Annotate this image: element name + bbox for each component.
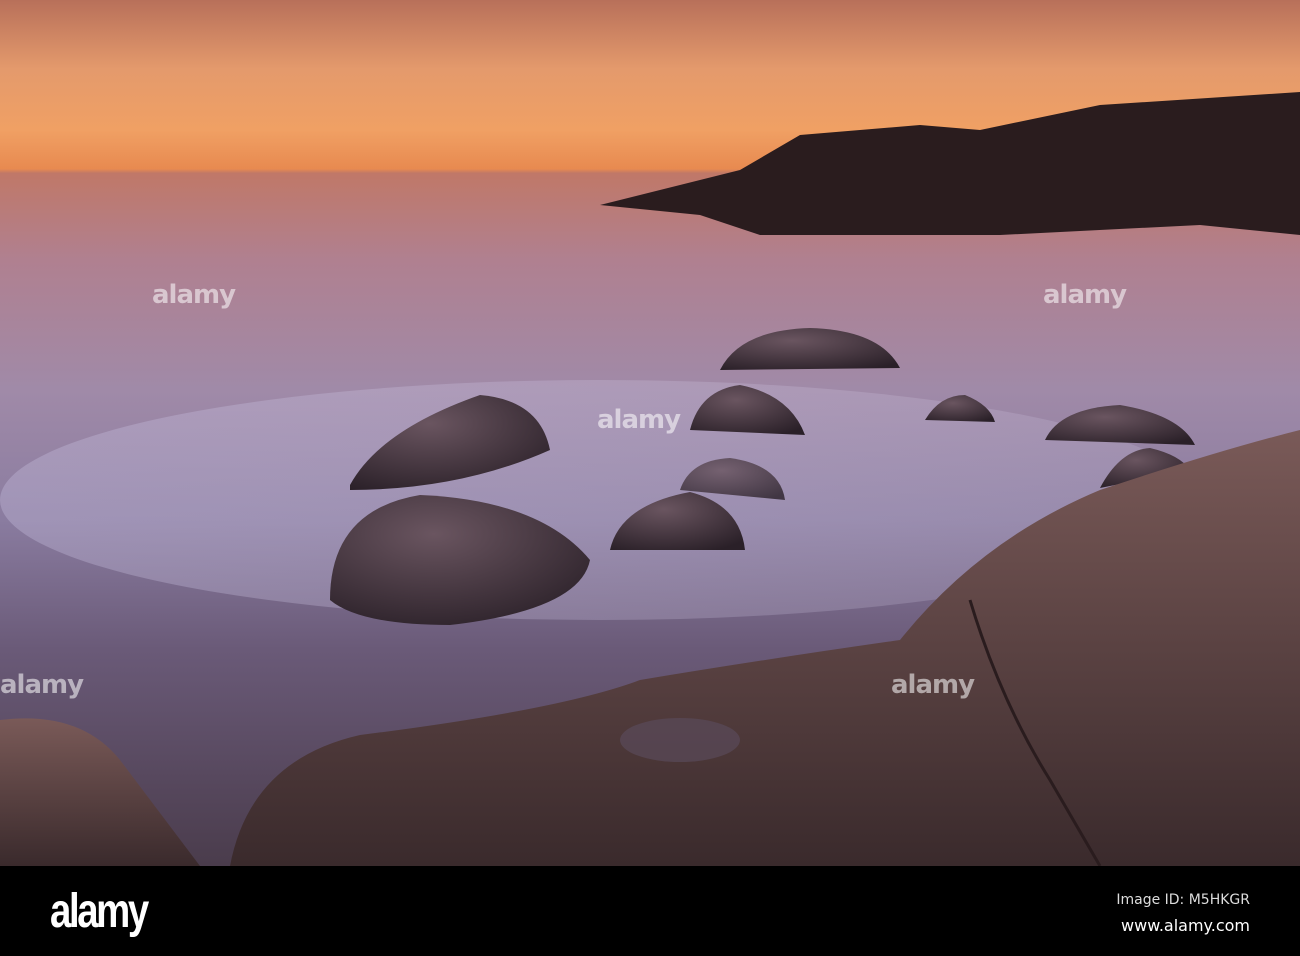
alamy-logo: alamy (50, 885, 149, 938)
watermark: alamy (1043, 280, 1127, 310)
watermark: alamy (0, 670, 84, 700)
headland (600, 92, 1300, 235)
image-id: Image ID: M5HKGR (1116, 892, 1250, 908)
watermark: alamy (597, 405, 681, 435)
rock (720, 328, 900, 370)
seascape-photo: alamy alamy alamy alamy alamy (0, 0, 1300, 866)
rock (1045, 405, 1195, 445)
rock (925, 395, 995, 422)
watermark: alamy (891, 670, 975, 700)
foreground-rocks (0, 718, 200, 866)
website-link[interactable]: www.alamy.com (1121, 916, 1250, 935)
footer-bar: alamy Image ID: M5HKGR www.alamy.com (0, 866, 1300, 956)
watermark: alamy (152, 280, 236, 310)
